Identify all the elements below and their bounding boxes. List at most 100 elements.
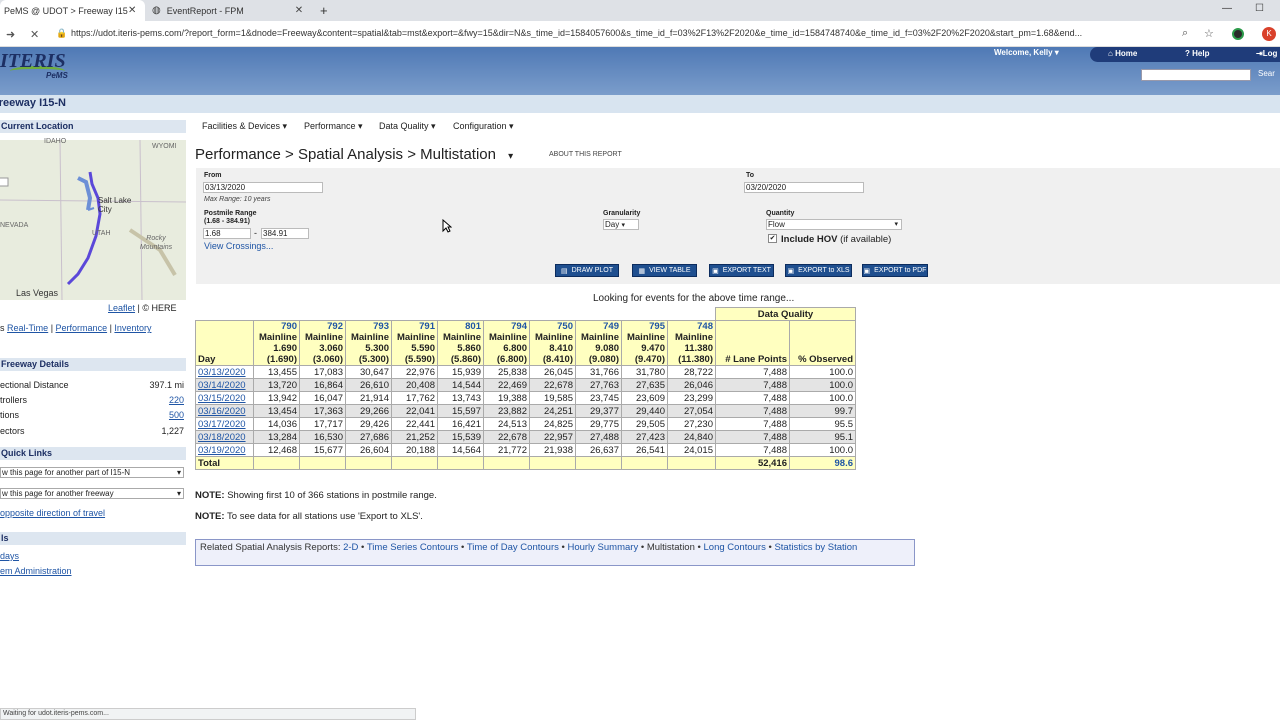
related-report-link[interactable]: Long Contours: [704, 542, 766, 553]
globe-icon: ◍: [152, 5, 161, 16]
draw-plot-button[interactable]: ▤ DRAW PLOT: [555, 264, 619, 277]
lane-points-cell: 7,488: [715, 417, 790, 431]
related-report-link[interactable]: Time of Day Contours: [467, 542, 559, 553]
detail-label: ectional Distance: [0, 380, 69, 390]
opposite-direction-link[interactable]: opposite direction of travel: [0, 508, 105, 518]
station-abs-postmile: (1.690): [266, 354, 297, 365]
inventory-link[interactable]: Inventory: [114, 323, 151, 333]
tools-heading: ls: [0, 532, 186, 545]
data-quality-header: Data Quality: [715, 307, 856, 321]
iteris-logo[interactable]: ITERIS: [0, 50, 66, 73]
view-table-button[interactable]: ▦ VIEW TABLE: [632, 264, 697, 277]
controllers-link[interactable]: 220: [169, 395, 184, 405]
view-crossings-link[interactable]: View Crossings...: [204, 241, 273, 251]
pm-start-input[interactable]: 1.68: [203, 228, 251, 239]
forward-icon[interactable]: ➜: [6, 28, 15, 41]
menu-performance[interactable]: Performance ▾: [304, 121, 363, 132]
related-report-link[interactable]: Hourly Summary: [567, 542, 638, 553]
close-icon[interactable]: ✕: [128, 5, 136, 16]
stations-link[interactable]: 500: [169, 410, 184, 420]
loading-icon[interactable]: ✕: [30, 28, 39, 41]
quantity-select[interactable]: Flow ▾: [766, 219, 902, 230]
related-report-link[interactable]: Statistics by Station: [774, 542, 857, 553]
observed-cell: 95.1: [789, 430, 856, 444]
map-label-idaho: IDAHO: [44, 138, 67, 145]
about-report-link[interactable]: ABOUT THIS REPORT: [549, 151, 622, 158]
maximize-icon[interactable]: ☐: [1255, 3, 1264, 14]
station-id-link[interactable]: 790: [256, 321, 297, 332]
day-link[interactable]: 03/14/2020: [195, 378, 254, 392]
welcome-user[interactable]: Welcome, Kelly ▾: [994, 48, 1059, 57]
day-link[interactable]: 03/16/2020: [195, 404, 254, 418]
export-pdf-button[interactable]: ▣ EXPORT to PDF: [862, 264, 928, 277]
hov-note: (if available): [840, 234, 892, 245]
from-date-input[interactable]: 03/13/2020: [203, 182, 323, 193]
observed-cell: 100.0: [789, 443, 856, 457]
station-postmile: 3.060: [319, 343, 343, 354]
select-freeway-part[interactable]: w this page for another part of I15-N ▾: [0, 467, 184, 478]
to-date-input[interactable]: 03/20/2020: [744, 182, 864, 193]
station-id-link[interactable]: 793: [348, 321, 389, 332]
system-admin-link[interactable]: em Administration: [0, 566, 72, 576]
url-field[interactable]: https://udot.iteris-pems.com/?report_for…: [71, 28, 1171, 38]
export-xls-button[interactable]: ▣ EXPORT to XLS: [785, 264, 852, 277]
detail-label: tions: [0, 410, 20, 420]
station-id-link[interactable]: 749: [578, 321, 619, 332]
station-id-link[interactable]: 792: [302, 321, 343, 332]
station-postmile: 9.080: [595, 343, 619, 354]
flow-cell: 24,251: [529, 404, 576, 418]
realtime-link[interactable]: Real-Time: [7, 323, 48, 333]
station-id-link[interactable]: 794: [486, 321, 527, 332]
star-icon[interactable]: ☆: [1204, 27, 1214, 40]
close-icon[interactable]: ✕: [295, 5, 303, 16]
map-label-nevada: NEVADA: [0, 222, 29, 229]
new-tab-icon[interactable]: +: [320, 3, 328, 18]
station-id-link[interactable]: 795: [624, 321, 665, 332]
flow-cell: 13,942: [253, 391, 300, 405]
location-map[interactable]: IDAHO WYOMI Salt Lake City NEVADA UTAH R…: [0, 138, 187, 301]
nav-help[interactable]: ? Help: [1185, 49, 1209, 58]
day-link[interactable]: 03/13/2020: [195, 365, 254, 379]
flow-cell: 24,840: [667, 430, 716, 444]
total-empty-cell: [575, 456, 622, 470]
nav-logout[interactable]: ⇥Log: [1256, 49, 1277, 58]
tab-eventreport[interactable]: ◍ EventReport - FPM ✕: [148, 0, 308, 21]
flow-cell: 29,266: [345, 404, 392, 418]
tab-pems[interactable]: PeMS @ UDOT > Freeway I15-N ✕: [0, 0, 145, 21]
day-link[interactable]: 03/19/2020: [195, 443, 254, 457]
total-empty-cell: [345, 456, 392, 470]
holidays-link[interactable]: days: [0, 551, 19, 561]
station-abs-postmile: (11.380): [678, 354, 713, 365]
export-text-button[interactable]: ▣ EXPORT TEXT: [709, 264, 774, 277]
menu-configuration[interactable]: Configuration ▾: [453, 121, 514, 132]
day-link[interactable]: 03/15/2020: [195, 391, 254, 405]
nav-home[interactable]: ⌂ Home: [1108, 49, 1137, 58]
station-id-link[interactable]: 791: [394, 321, 435, 332]
station-id-link[interactable]: 801: [440, 321, 481, 332]
flow-cell: 13,720: [253, 378, 300, 392]
extension-icon[interactable]: [1232, 28, 1244, 40]
day-link[interactable]: 03/17/2020: [195, 417, 254, 431]
station-abs-postmile: (9.470): [634, 354, 665, 365]
menu-data-quality[interactable]: Data Quality ▾: [379, 121, 436, 132]
performance-link[interactable]: Performance: [56, 323, 108, 333]
search-input[interactable]: [1141, 69, 1251, 81]
flow-cell: 21,914: [345, 391, 392, 405]
hov-checkbox[interactable]: ✔: [768, 234, 777, 243]
title-dropdown-icon[interactable]: ▾: [508, 151, 513, 162]
menu-facilities[interactable]: Facilities & Devices ▾: [202, 121, 287, 132]
leaflet-link[interactable]: Leaflet: [108, 303, 135, 313]
granularity-select[interactable]: Day ▾: [603, 219, 639, 230]
search-button[interactable]: Sear: [1258, 69, 1275, 78]
pm-end-input[interactable]: 384.91: [261, 228, 309, 239]
related-report-link[interactable]: 2-D: [343, 542, 358, 553]
day-link[interactable]: 03/18/2020: [195, 430, 254, 444]
select-another-freeway[interactable]: w this page for another freeway ▾: [0, 488, 184, 499]
station-id-link[interactable]: 750: [532, 321, 573, 332]
minimize-icon[interactable]: —: [1222, 3, 1232, 14]
related-report-link[interactable]: Time Series Contours: [367, 542, 459, 553]
station-id-link[interactable]: 748: [670, 321, 713, 332]
map-label-salt-lake: Salt Lake City: [98, 196, 132, 214]
zoom-icon[interactable]: ⌕: [1182, 27, 1188, 40]
profile-avatar[interactable]: K: [1262, 27, 1276, 41]
